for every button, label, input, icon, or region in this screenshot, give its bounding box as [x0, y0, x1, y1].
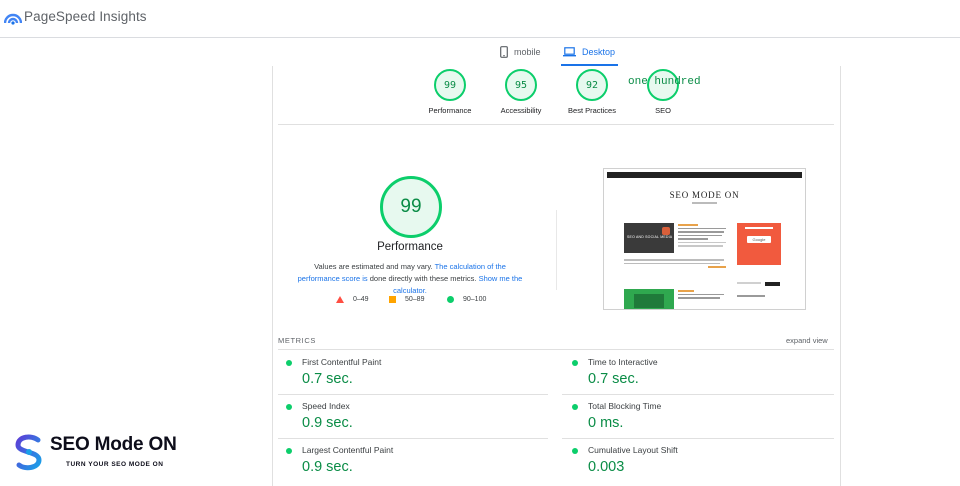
pass-indicator-icon — [572, 404, 578, 410]
gauge-accessibility[interactable]: 95 Accessibility — [495, 69, 547, 115]
performance-title: Performance — [377, 241, 443, 253]
metric-name: Time to Interactive — [588, 357, 658, 367]
gauge-seo-label: SEO — [655, 106, 671, 115]
legend-average-label: 50–89 — [405, 296, 425, 303]
preview-search-button — [765, 282, 780, 286]
section-divider — [278, 124, 834, 125]
performance-note: Values are estimated and may vary. The c… — [294, 261, 526, 297]
preview-tagline-line — [692, 202, 717, 204]
legend-fail: 0–49 — [336, 296, 369, 303]
gauge-accessibility-score: 95 — [505, 69, 537, 101]
preview-post-thumbnail-2 — [624, 289, 674, 309]
seo-score-overlay-text: one hundred — [628, 76, 701, 88]
metrics-heading: METRICS — [278, 336, 316, 345]
preview-thumb-badge — [662, 227, 670, 235]
metrics-row-divider — [278, 438, 548, 439]
metric-value: 0.7 sec. — [302, 371, 353, 387]
performance-gauge: 99 — [380, 176, 442, 238]
metrics-divider — [278, 349, 834, 350]
pass-indicator-icon — [286, 448, 292, 454]
tab-desktop[interactable]: Desktop — [560, 40, 619, 66]
preview-google-label: Google — [747, 236, 771, 243]
metrics-row-divider — [562, 438, 834, 439]
metrics-row-divider — [278, 394, 548, 395]
tab-mobile-label: mobile — [514, 47, 541, 57]
metric-value: 0.003 — [588, 459, 625, 475]
gauge-performance[interactable]: 99 Performance — [424, 69, 476, 115]
preview-site-title: SEO MODE ON — [669, 190, 740, 200]
metric-value: 0 ms. — [588, 415, 624, 431]
metric-name: Total Blocking Time — [588, 401, 662, 411]
gauge-accessibility-label: Accessibility — [500, 106, 542, 115]
metric-name: Largest Contentful Paint — [302, 445, 394, 455]
orange-square-icon — [389, 296, 396, 303]
tab-mobile[interactable]: mobile — [500, 40, 541, 64]
pass-indicator-icon — [572, 360, 578, 366]
final-screenshot-preview: SEO MODE ON SEO AND SOCIAL MEDIA Google — [603, 168, 806, 310]
legend-pass: 90–100 — [447, 296, 486, 303]
pagespeed-logo-icon[interactable] — [4, 9, 22, 25]
gauge-performance-label: Performance — [428, 106, 472, 115]
metric-name: Cumulative Layout Shift — [588, 445, 678, 455]
preview-post-text — [678, 224, 728, 249]
vertical-separator — [556, 210, 557, 290]
tab-desktop-label: Desktop — [582, 47, 616, 57]
preview-thumb-caption: SEO AND SOCIAL MEDIA — [627, 235, 673, 239]
watermark-tagline: TURN YOUR SEO MODE ON — [66, 461, 164, 468]
metrics-row-divider — [562, 394, 834, 395]
red-triangle-icon — [336, 296, 344, 303]
pass-indicator-icon — [286, 404, 292, 410]
green-circle-icon — [447, 296, 454, 303]
preview-nav-bar — [607, 172, 802, 178]
phone-icon — [500, 46, 508, 58]
legend-fail-label: 0–49 — [353, 296, 369, 303]
seo-mode-on-watermark: SEO Mode ON TURN YOUR SEO MODE ON — [12, 432, 212, 478]
metric-name: Speed Index — [302, 401, 350, 411]
legend-average: 50–89 — [389, 296, 424, 303]
metric-name: First Contentful Paint — [302, 357, 382, 367]
expand-view-toggle[interactable]: expand view — [786, 336, 828, 345]
gauge-best-practices[interactable]: 92 Best Practices — [566, 69, 618, 115]
legend-pass-label: 90–100 — [463, 296, 487, 303]
gauge-best-practices-score: 92 — [576, 69, 608, 101]
note-text: Values are estimated and may vary. — [314, 262, 433, 271]
metric-value: 0.9 sec. — [302, 415, 353, 431]
gauge-performance-score: 99 — [434, 69, 466, 101]
brand-title[interactable]: PageSpeed Insights — [24, 9, 147, 24]
preview-sidebar-heading — [737, 295, 777, 299]
note-text-2: done directly with these metrics. — [369, 274, 477, 283]
gauge-best-practices-label: Best Practices — [568, 106, 616, 115]
metric-value: 0.7 sec. — [588, 371, 639, 387]
top-bar: PageSpeed Insights — [0, 0, 960, 38]
watermark-brand-name: SEO Mode ON — [50, 434, 177, 455]
preview-sidebar-banner: Google — [737, 223, 781, 265]
metric-value: 0.9 sec. — [302, 459, 353, 475]
laptop-icon — [563, 47, 576, 57]
pass-indicator-icon — [572, 448, 578, 454]
preview-excerpt — [624, 259, 728, 270]
seo-mode-on-logo-icon — [15, 434, 42, 471]
preview-post-thumbnail: SEO AND SOCIAL MEDIA — [624, 223, 674, 253]
pass-indicator-icon — [286, 360, 292, 366]
preview-search-box — [737, 282, 763, 286]
preview-post-text-2 — [678, 290, 728, 301]
